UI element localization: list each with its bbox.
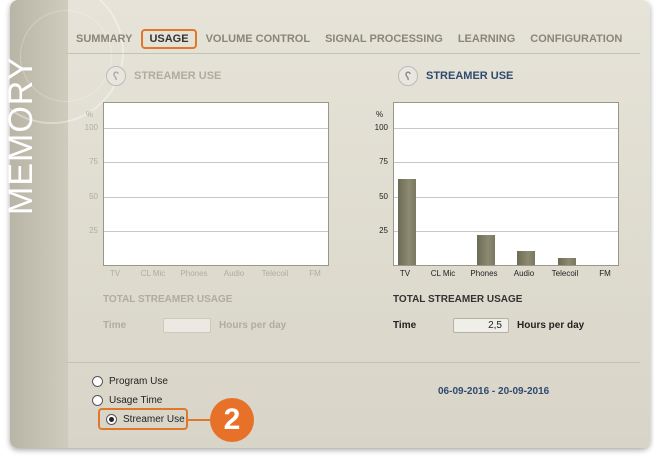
right-x-tick: TV <box>399 269 411 278</box>
step-callout-badge: 2 <box>210 398 254 442</box>
date-range: 06-09-2016 - 20-09-2016 <box>438 386 550 397</box>
radio-button[interactable] <box>92 376 103 387</box>
left-time-label: Time <box>103 320 127 331</box>
right-x-tick: Telecoil <box>551 269 579 278</box>
right-y-tick: 50 <box>379 192 388 201</box>
tab-bar: SUMMARY USAGE VOLUME CONTROL SIGNAL PROC… <box>70 28 631 50</box>
right-time-unit: Hours per day <box>517 320 585 331</box>
left-y-unit: % <box>86 110 94 119</box>
radio-program-use[interactable]: Program Use <box>92 376 168 387</box>
tab-learning[interactable]: LEARNING <box>452 31 521 47</box>
left-x-tick: Telecoil <box>261 269 289 278</box>
radio-usage-time[interactable]: Usage Time <box>92 395 162 406</box>
radio-button[interactable] <box>92 395 103 406</box>
left-y-tick: 100 <box>84 123 98 132</box>
chart-bar-telecoil <box>558 258 576 265</box>
right-y-tick: 100 <box>374 123 388 132</box>
gridline <box>104 162 328 163</box>
chart-bar-tv <box>398 178 416 265</box>
gridline <box>104 231 328 232</box>
right-x-tick: FM <box>599 269 611 278</box>
left-time-row: Time Hours per day <box>103 318 286 333</box>
gridline <box>104 197 328 198</box>
gridline <box>394 197 618 198</box>
right-y-unit: % <box>376 110 384 119</box>
tab-divider <box>66 53 640 54</box>
radio-highlight-box <box>98 408 188 430</box>
right-ear-icon <box>398 66 418 86</box>
right-chart-plot-area <box>393 102 619 266</box>
left-y-tick: 25 <box>89 226 98 235</box>
left-stat-title: TOTAL STREAMER USAGE <box>103 294 233 305</box>
bottom-divider <box>66 362 640 363</box>
left-x-tick: Phones <box>180 269 208 278</box>
left-x-tick: TV <box>109 269 121 278</box>
tab-summary[interactable]: SUMMARY <box>70 31 138 47</box>
left-time-value <box>163 318 211 333</box>
tab-configuration[interactable]: CONFIGURATION <box>524 31 628 47</box>
left-time-unit: Hours per day <box>219 320 287 331</box>
left-y-tick: 50 <box>89 192 98 201</box>
right-time-value: 2,5 <box>453 318 509 333</box>
right-stat-title: TOTAL STREAMER USAGE <box>393 294 523 305</box>
gridline <box>394 231 618 232</box>
radio-label: Program Use <box>109 376 168 387</box>
left-x-tick: FM <box>309 269 321 278</box>
radio-label: Usage Time <box>109 395 163 406</box>
right-x-tick: Phones <box>470 269 498 278</box>
gridline <box>394 128 618 129</box>
chart-bar-phones <box>477 234 495 265</box>
left-y-tick: 75 <box>89 157 98 166</box>
right-x-tick: Audio <box>513 269 535 278</box>
right-y-tick: 75 <box>379 157 388 166</box>
right-time-row: Time 2,5 Hours per day <box>393 318 584 333</box>
left-x-tick: CL Mic <box>140 269 166 278</box>
chart-bar-audio <box>517 251 535 265</box>
callout-connector <box>188 419 210 421</box>
right-y-tick: 25 <box>379 226 388 235</box>
left-x-tick: Audio <box>223 269 245 278</box>
left-ear-icon <box>106 66 126 86</box>
right-chart-title: STREAMER USE <box>426 70 514 82</box>
tab-usage[interactable]: USAGE <box>141 29 197 49</box>
right-x-tick: CL Mic <box>430 269 456 278</box>
gridline <box>394 162 618 163</box>
tab-signal-processing[interactable]: SIGNAL PROCESSING <box>319 31 449 47</box>
right-chart-header: STREAMER USE <box>398 66 513 86</box>
section-title: MEMORY <box>2 56 40 215</box>
left-chart-title: STREAMER USE <box>134 70 222 82</box>
right-time-label: Time <box>393 320 417 331</box>
gridline <box>104 128 328 129</box>
tab-volume-control[interactable]: VOLUME CONTROL <box>200 31 317 47</box>
left-chart-plot-area <box>103 102 329 266</box>
left-chart-header: STREAMER USE <box>106 66 221 86</box>
